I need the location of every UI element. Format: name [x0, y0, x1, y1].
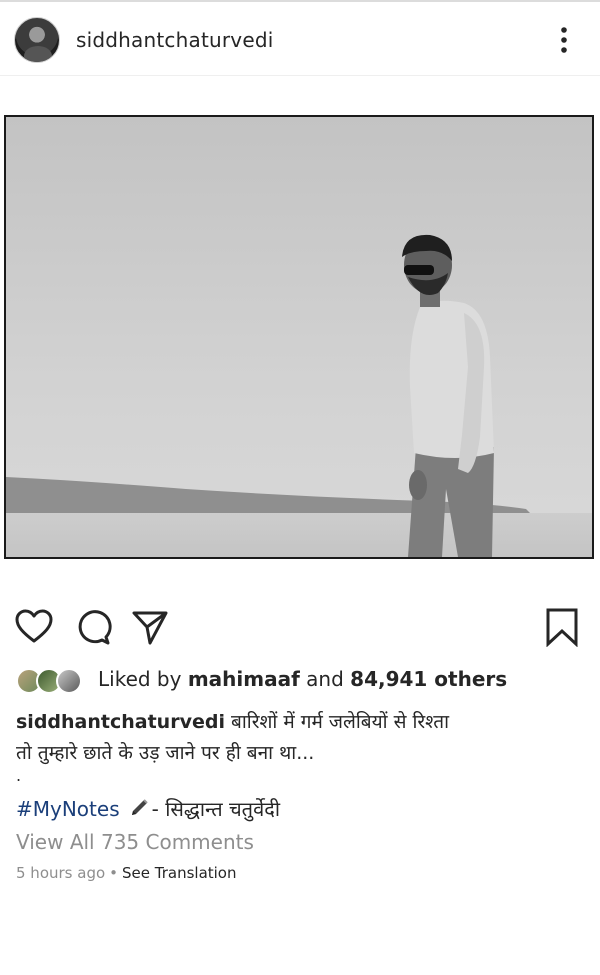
- bookmark-icon: [546, 608, 578, 648]
- avatar: [56, 668, 82, 694]
- more-vertical-icon: [561, 27, 567, 53]
- hashtag-link[interactable]: #MyNotes: [16, 797, 120, 821]
- caption-line-2: तो तुम्हारे छाते के उड़ जाने पर ही बना थ…: [16, 742, 315, 764]
- save-button[interactable]: [542, 607, 582, 648]
- post-actions: [0, 607, 600, 655]
- post-meta: 5 hours ago • See Translation: [16, 864, 237, 882]
- post-timestamp: 5 hours ago: [16, 864, 106, 882]
- view-all-comments-link[interactable]: View All 735 Comments: [16, 830, 254, 854]
- post-caption: siddhantchaturvedi बारिशों में गर्म जलेब…: [16, 707, 586, 769]
- see-translation-link[interactable]: See Translation: [122, 864, 236, 882]
- caption-line-1: बारिशों में गर्म जलेबियों से रिश्ता: [231, 711, 449, 733]
- likes-prefix: Liked by: [98, 667, 182, 691]
- liker-username[interactable]: mahimaaf: [188, 667, 300, 691]
- beach-photo-man-sunglasses: [6, 117, 592, 557]
- likes-middle: and: [306, 667, 344, 691]
- share-button[interactable]: [130, 607, 170, 647]
- post-header: siddhantchaturvedi: [0, 2, 600, 76]
- meta-separator: •: [109, 864, 119, 882]
- caption-signature: - सिद्धान्त चतुर्वेदी: [151, 797, 280, 821]
- likes-summary[interactable]: Liked by mahimaaf and 84,941 others: [98, 667, 507, 691]
- post-photo[interactable]: [4, 115, 594, 559]
- avatar[interactable]: [14, 17, 60, 63]
- pencil-icon: [128, 797, 150, 819]
- comment-icon: [78, 610, 112, 645]
- likes-row: Liked by mahimaaf and 84,941 others: [16, 666, 596, 696]
- send-icon: [132, 611, 168, 645]
- more-options-button[interactable]: [554, 22, 574, 58]
- like-button[interactable]: [14, 607, 54, 647]
- liker-avatars[interactable]: [16, 668, 88, 694]
- heart-icon: [15, 609, 53, 643]
- likes-count[interactable]: 84,941 others: [350, 667, 507, 691]
- caption-tags: #MyNotes - सिद्धान्त चतुर्वेदी: [16, 795, 280, 822]
- caption-username[interactable]: siddhantchaturvedi: [16, 711, 225, 733]
- caption-dot: .: [16, 766, 22, 785]
- post-username[interactable]: siddhantchaturvedi: [76, 28, 273, 52]
- comment-button[interactable]: [72, 607, 112, 647]
